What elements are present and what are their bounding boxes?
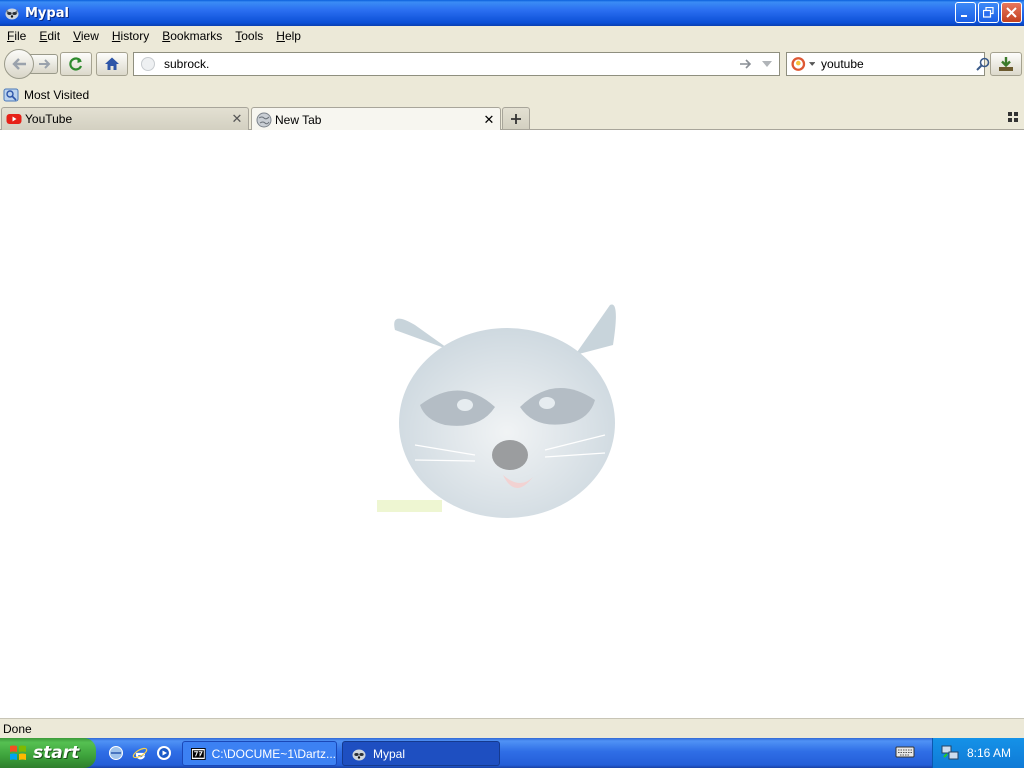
smart-folder-icon [3,88,19,102]
menu-tools[interactable]: Tools [230,29,268,43]
task-label: Mypal [373,746,406,761]
taskbar-item-mypal[interactable]: Mypal [342,741,500,766]
globe-icon [256,112,272,127]
go-button[interactable] [737,55,755,73]
menu-view[interactable]: View [68,29,104,43]
language-bar[interactable] [895,745,915,761]
bookmarks-toolbar: Most Visited [0,84,1024,106]
raccoon-logo [377,304,616,518]
network-icon[interactable] [941,745,959,761]
bookmark-most-visited[interactable]: Most Visited [3,87,89,103]
start-button[interactable]: start [0,738,96,768]
back-forward-group [4,49,58,79]
quicklaunch-internet-explorer[interactable] [130,743,150,763]
restore-icon [983,7,994,18]
menu-label-rest: ookmarks [170,29,223,43]
menu-accelerator: V [73,29,81,43]
menu-history[interactable]: History [107,29,154,43]
forward-arrow-icon [39,59,51,69]
grid-icon [1008,112,1018,122]
menu-edit[interactable]: Edit [34,29,65,43]
restore-button[interactable] [978,2,999,23]
clock[interactable]: 8:16 AM [967,746,1011,760]
task-label: C:\DOCUME~1\Dartz... [211,746,336,761]
home-icon [105,57,119,70]
menu-label-rest: istory [120,29,150,43]
menu-label-rest: dit [47,29,61,43]
tab-strip: YouTube ✕ New Tab ✕ [0,106,1024,131]
taskbar-item-7zip[interactable]: C:\DOCUME~1\Dartz... [182,741,337,766]
search-engine-selector[interactable] [787,54,815,74]
menu-file[interactable]: File [2,29,31,43]
close-icon [1006,7,1017,18]
page-identity-icon [141,57,155,71]
menu-help[interactable]: Help [271,29,306,43]
browser-icon [109,746,123,760]
dropdown-triangle-icon [762,61,772,67]
back-button[interactable] [4,49,34,79]
downloads-button[interactable] [990,52,1022,76]
duckduckgo-icon [791,57,806,71]
menu-bar: File Edit View History Bookmarks Tools Help [0,26,1024,46]
quicklaunch-browser[interactable] [106,743,126,763]
media-player-icon [157,746,171,760]
menu-label-rest: iew [80,29,99,43]
home-button[interactable] [96,52,128,76]
close-tab-icon[interactable]: ✕ [230,111,244,126]
download-icon [999,57,1013,71]
taskbar: start C:\DOCUME~1\Dartz... Mypal 8:16 AM [0,738,1024,768]
tab-label: YouTube [25,112,73,126]
list-all-tabs-button[interactable] [1006,110,1020,124]
menu-label-rest: elp [284,29,301,43]
bookmark-label: Most Visited [24,88,90,102]
close-button[interactable] [1001,2,1022,23]
tab-label: New Tab [275,112,322,127]
menu-bookmarks[interactable]: Bookmarks [157,29,227,43]
search-go-button[interactable] [976,54,990,74]
page-content [0,130,1024,718]
url-history-dropdown[interactable] [759,55,775,73]
url-bar[interactable] [133,52,780,76]
7zip-icon [191,747,206,760]
go-arrow-icon [740,59,752,69]
mypal-icon [352,749,366,760]
status-bar: Done [0,718,1024,738]
menu-label-rest: ools [241,29,264,43]
reload-button[interactable] [60,52,92,76]
engine-dropdown-icon [808,62,815,66]
status-text: Done [3,721,32,736]
url-input[interactable] [164,57,737,71]
minimize-button[interactable] [955,2,976,23]
menu-accelerator: H [111,29,121,43]
mypal-app-icon [5,8,19,20]
plus-icon [511,113,521,124]
reload-icon [69,57,83,71]
minimize-icon [961,15,967,17]
title-bar[interactable]: Mypal [0,0,1024,26]
navigation-toolbar [0,46,1024,82]
close-tab-icon[interactable]: ✕ [482,112,496,127]
tab-youtube[interactable]: YouTube ✕ [1,107,249,130]
internet-explorer-icon [132,747,148,760]
search-input[interactable] [821,57,976,71]
window-title: Mypal [25,5,69,21]
system-tray: 8:16 AM [932,738,1024,768]
menu-accelerator: H [276,29,285,43]
magnifier-icon [976,57,990,71]
windows-logo-icon [10,745,26,760]
new-tab-button[interactable] [502,107,530,129]
tab-new-tab[interactable]: New Tab ✕ [251,107,501,131]
quick-launch [106,743,174,763]
start-label: start [33,743,80,763]
back-arrow-icon [12,58,26,70]
menu-label-rest: ile [14,29,27,43]
quicklaunch-media-player[interactable] [154,743,174,763]
youtube-icon [6,114,22,124]
keyboard-icon [895,746,915,758]
search-bar[interactable] [786,52,990,76]
